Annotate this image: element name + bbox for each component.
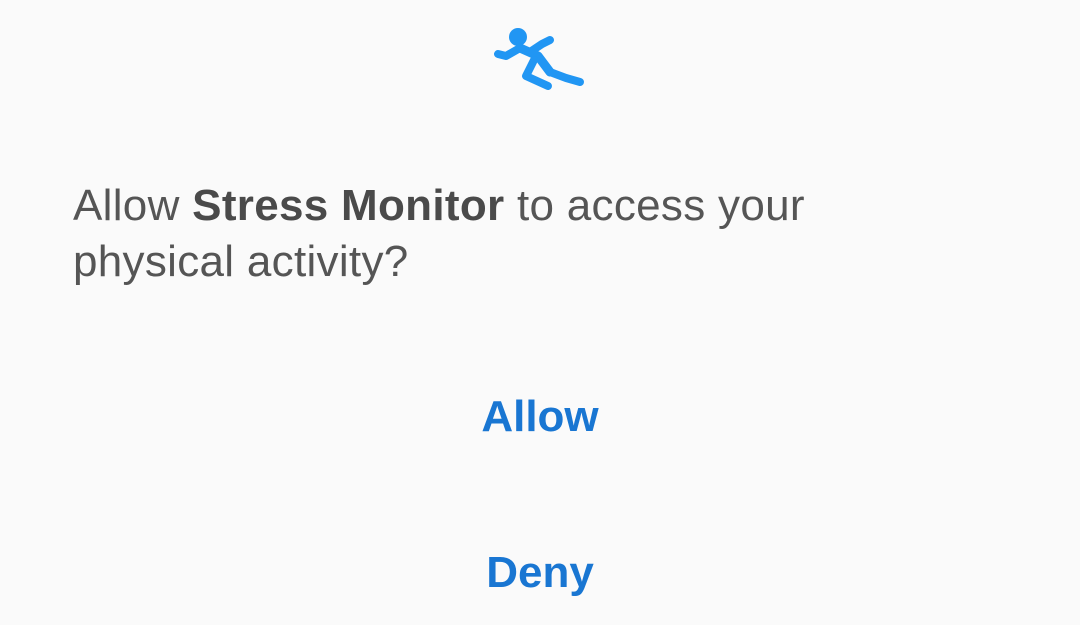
deny-button[interactable]: Deny <box>0 518 1080 625</box>
permission-message: Allow Stress Monitor to access your phys… <box>73 178 973 290</box>
permission-dialog: Allow Stress Monitor to access your phys… <box>0 0 1080 625</box>
physical-activity-icon <box>490 24 590 94</box>
message-prefix: Allow <box>73 181 193 230</box>
allow-button[interactable]: Allow <box>0 362 1080 472</box>
app-name: Stress Monitor <box>192 181 505 230</box>
